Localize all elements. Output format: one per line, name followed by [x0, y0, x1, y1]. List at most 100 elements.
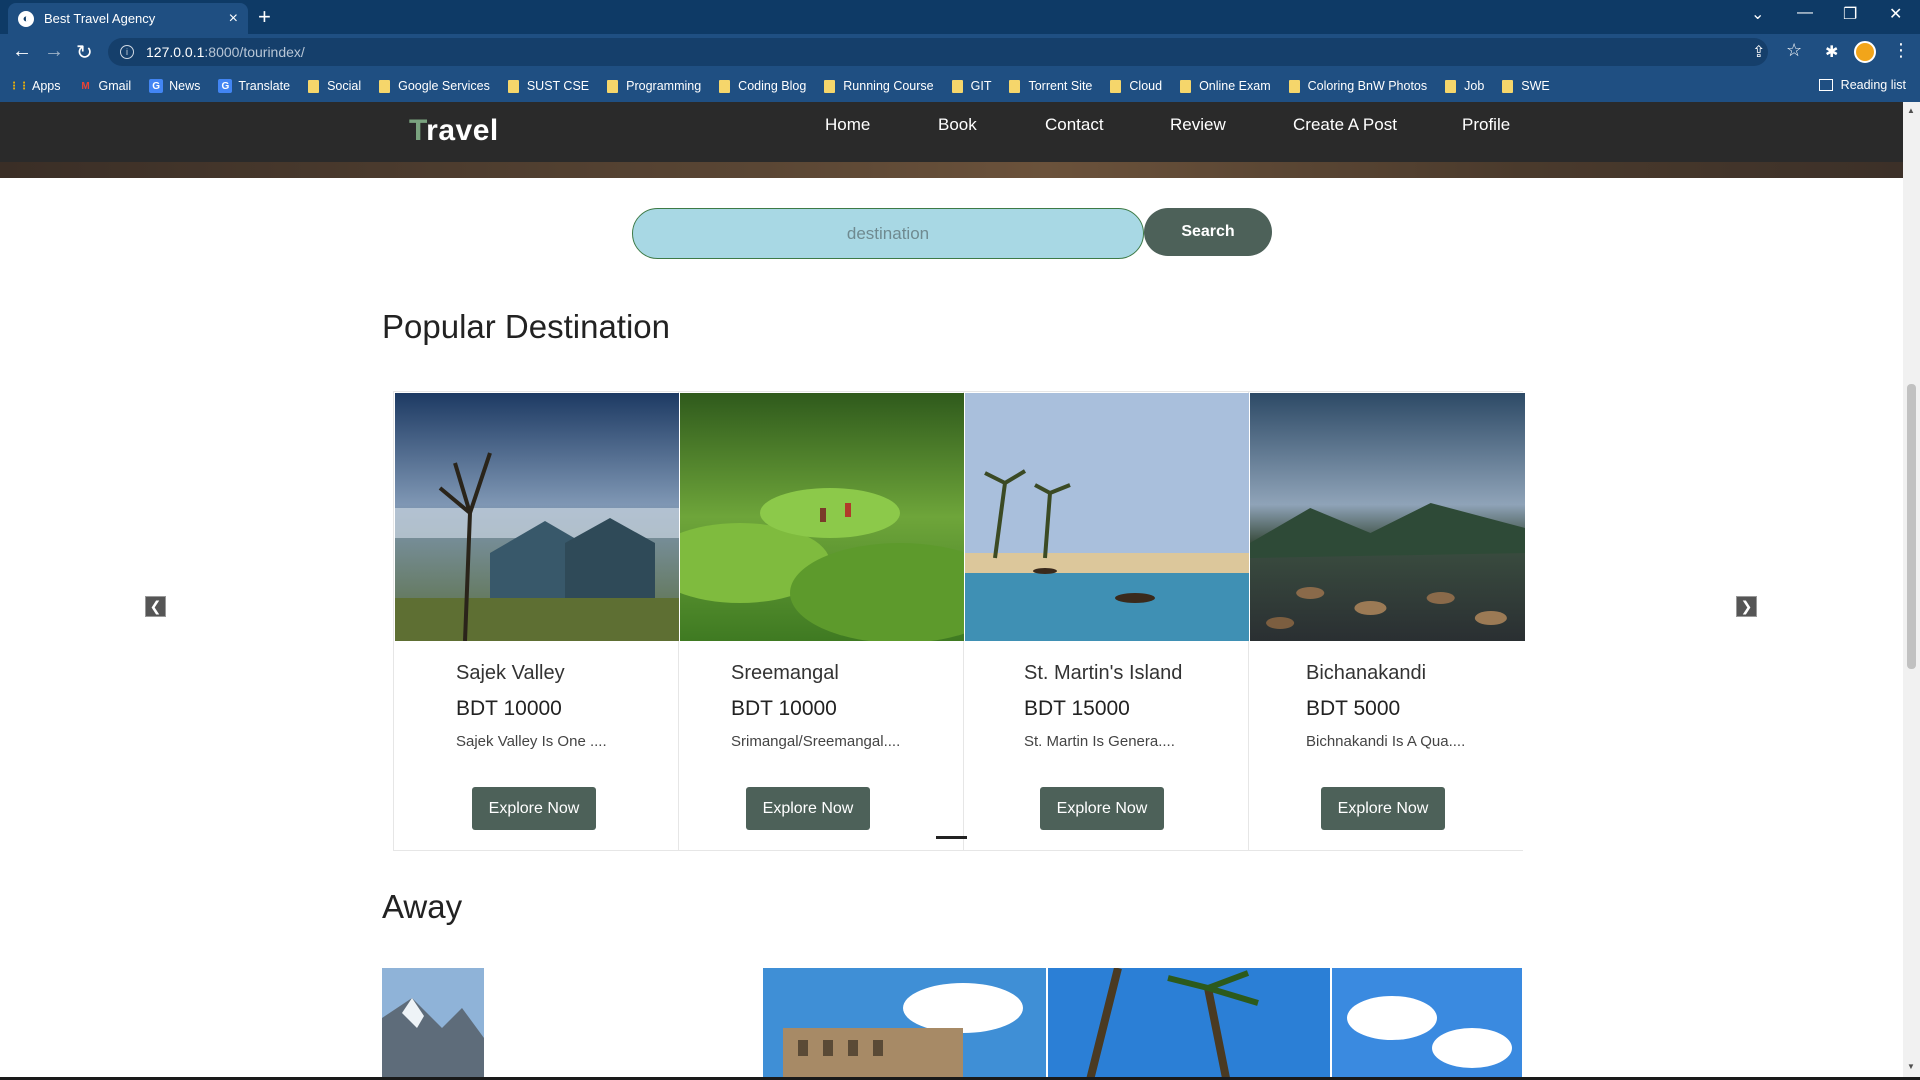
palm-beach-image: [1048, 968, 1330, 1077]
bichanakandi-image: [1250, 393, 1525, 641]
sky-clouds-image: [1332, 968, 1522, 1077]
site-info-icon[interactable]: i: [120, 45, 134, 59]
explore-now-button[interactable]: Explore Now: [1040, 787, 1164, 830]
folder-icon: [507, 79, 519, 93]
browser-tab[interactable]: ◐ Best Travel Agency ×: [8, 3, 248, 34]
destination-card: Sreemangal BDT 10000 Srimangal/Sreemanga…: [679, 392, 964, 850]
site-logo[interactable]: Travel: [409, 114, 499, 148]
folder-icon: [719, 79, 731, 93]
scroll-up-icon[interactable]: ▲: [1907, 106, 1915, 115]
folder-icon: [308, 79, 320, 93]
tab-title: Best Travel Agency: [44, 11, 156, 26]
bookmark-folder[interactable]: GIT: [951, 79, 991, 93]
explore-now-button[interactable]: Explore Now: [472, 787, 596, 830]
back-icon[interactable]: ←: [12, 40, 32, 63]
bookmark-folder[interactable]: Cloud: [1110, 79, 1162, 93]
minimize-icon[interactable]: —: [1797, 4, 1813, 22]
tab-search-icon[interactable]: ⌄: [1751, 4, 1764, 24]
sajek-valley-image: [395, 393, 679, 641]
browser-toolbar: ← → ↻ i 127.0.0.1:8000/tourindex/ ⇪ ☆ ✱ …: [0, 34, 1920, 70]
card-title: Bichanakandi: [1306, 662, 1427, 684]
folder-icon: [824, 79, 836, 93]
nav-profile[interactable]: Profile: [1462, 115, 1510, 135]
bookmark-folder[interactable]: SUST CSE: [507, 79, 589, 93]
away-heading: Away: [382, 888, 463, 925]
mountain-image: [382, 968, 484, 1077]
bookmark-gmail[interactable]: M Gmail: [79, 79, 131, 93]
folder-icon: [1445, 79, 1457, 93]
bookmark-folder[interactable]: Coloring BnW Photos: [1288, 79, 1427, 93]
folder-icon: [1009, 79, 1021, 93]
card-price: BDT 10000: [731, 697, 837, 720]
sreemangal-image: [680, 393, 964, 641]
extensions-icon[interactable]: ✱: [1825, 42, 1838, 62]
popular-destination-heading: Popular Destination: [382, 308, 671, 345]
nav-create-post[interactable]: Create A Post: [1293, 115, 1397, 135]
card-description: Srimangal/Sreemangal....: [731, 733, 901, 750]
scrollbar-thumb[interactable]: [1907, 384, 1916, 669]
card-title: Sajek Valley: [456, 662, 565, 684]
explore-now-button[interactable]: Explore Now: [746, 787, 870, 830]
bookmark-folder[interactable]: Running Course: [824, 79, 934, 93]
close-window-icon[interactable]: ✕: [1889, 4, 1902, 24]
bookmark-news[interactable]: G News: [149, 79, 200, 93]
card-title: Sreemangal: [731, 662, 839, 684]
bookmark-translate[interactable]: G Translate: [218, 79, 290, 93]
scroll-down-icon[interactable]: ▼: [1907, 1062, 1915, 1071]
bookmark-folder[interactable]: Online Exam: [1180, 79, 1271, 93]
translate-icon: G: [218, 79, 233, 93]
bookmark-folder[interactable]: Programming: [607, 79, 701, 93]
carousel-prev-icon[interactable]: ❮: [145, 596, 166, 617]
bookmark-folder[interactable]: Google Services: [379, 79, 490, 93]
forward-icon[interactable]: →: [44, 40, 64, 63]
share-icon[interactable]: ⇪: [1752, 42, 1765, 62]
nav-book[interactable]: Book: [938, 115, 977, 135]
new-tab-icon[interactable]: +: [258, 4, 271, 30]
destination-carousel: Sajek Valley BDT 10000 Sajek Valley Is O…: [393, 391, 1525, 851]
card-description: Sajek Valley Is One ....: [456, 733, 607, 750]
globe-icon: ◐: [18, 10, 34, 27]
destination-search-input[interactable]: [632, 208, 1144, 259]
tab-close-icon[interactable]: ×: [229, 10, 238, 28]
profile-avatar[interactable]: [1854, 41, 1876, 63]
colosseum-image: [763, 968, 1046, 1077]
card-title: St. Martin's Island: [1024, 662, 1183, 684]
folder-icon: [607, 79, 619, 93]
browser-tab-bar: ◐ Best Travel Agency × + ⌄ — ❐ ✕: [0, 0, 1920, 34]
address-bar[interactable]: i 127.0.0.1:8000/tourindex/: [108, 38, 1768, 66]
folder-icon: [1288, 79, 1300, 93]
bookmarks-bar: ⋮⋮ Apps M Gmail G News G Translate Social Go…: [0, 70, 1920, 102]
card-description: Bichnakandi Is A Qua....: [1306, 733, 1466, 750]
page-content: Travel Home Book Contact Review Create A…: [0, 102, 1903, 1077]
bookmark-folder[interactable]: Social: [308, 79, 361, 93]
gmail-icon: M: [81, 80, 90, 92]
apps-grid-icon: ⋮⋮: [9, 80, 29, 92]
destination-card: Sajek Valley BDT 10000 Sajek Valley Is O…: [394, 392, 679, 850]
reload-icon[interactable]: ↻: [76, 40, 93, 65]
nav-contact[interactable]: Contact: [1045, 115, 1104, 135]
folder-icon: [379, 79, 391, 93]
nav-review[interactable]: Review: [1170, 115, 1226, 135]
page-scrollbar[interactable]: ▲ ▼: [1903, 102, 1920, 1077]
news-icon: G: [149, 79, 164, 93]
card-price: BDT 5000: [1306, 697, 1401, 720]
folder-icon: [1110, 79, 1122, 93]
search-button[interactable]: Search: [1144, 208, 1272, 256]
carousel-indicator[interactable]: [936, 836, 967, 839]
card-price: BDT 15000: [1024, 697, 1130, 720]
restore-icon[interactable]: ❐: [1843, 4, 1857, 24]
reading-list[interactable]: Reading list: [1818, 78, 1906, 92]
menu-icon[interactable]: ⋮: [1892, 40, 1910, 61]
bookmark-star-icon[interactable]: ☆: [1786, 40, 1802, 61]
nav-home[interactable]: Home: [825, 115, 870, 135]
site-navbar: Travel Home Book Contact Review Create A…: [0, 102, 1903, 162]
bookmark-folder[interactable]: Torrent Site: [1009, 79, 1092, 93]
st-martins-island-image: [965, 393, 1249, 641]
bookmark-folder[interactable]: Job: [1445, 79, 1484, 93]
bookmark-folder[interactable]: Coding Blog: [719, 79, 806, 93]
url-host: 127.0.0.1: [146, 44, 205, 60]
explore-now-button[interactable]: Explore Now: [1321, 787, 1445, 830]
bookmark-apps[interactable]: ⋮⋮ Apps: [9, 79, 61, 93]
bookmark-folder[interactable]: SWE: [1502, 79, 1550, 93]
carousel-next-icon[interactable]: ❯: [1736, 596, 1757, 617]
